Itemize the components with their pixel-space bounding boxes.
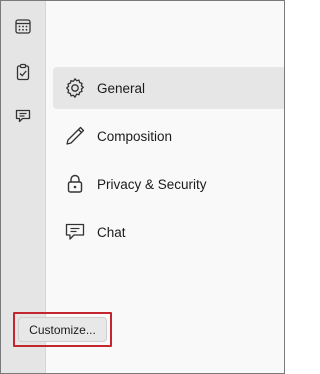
chat-rail-button[interactable] xyxy=(10,105,36,131)
chat-icon xyxy=(14,107,32,130)
calendar-icon xyxy=(14,17,32,40)
settings-window: General Composition Privacy & Security C… xyxy=(0,0,285,374)
nav-item-label: Chat xyxy=(97,224,126,240)
lock-icon xyxy=(62,171,88,197)
nav-item-general[interactable]: General xyxy=(53,67,284,109)
nav-item-chat[interactable]: Chat xyxy=(53,211,284,253)
nav-item-label: Privacy & Security xyxy=(97,176,207,192)
nav-item-label: Composition xyxy=(97,128,173,144)
settings-nav: General Composition Privacy & Security C… xyxy=(53,67,284,259)
customize-button[interactable]: Customize... xyxy=(18,317,107,342)
customize-highlight: Customize... xyxy=(13,312,112,347)
nav-item-privacy-security[interactable]: Privacy & Security xyxy=(53,163,284,205)
calendar-rail-button[interactable] xyxy=(10,15,36,41)
tasks-icon xyxy=(14,63,32,86)
chat-icon xyxy=(62,219,88,245)
nav-item-label: General xyxy=(97,80,146,96)
tasks-rail-button[interactable] xyxy=(10,61,36,87)
nav-item-composition[interactable]: Composition xyxy=(53,115,284,157)
gear-icon xyxy=(62,75,88,101)
pencil-icon xyxy=(62,123,88,149)
